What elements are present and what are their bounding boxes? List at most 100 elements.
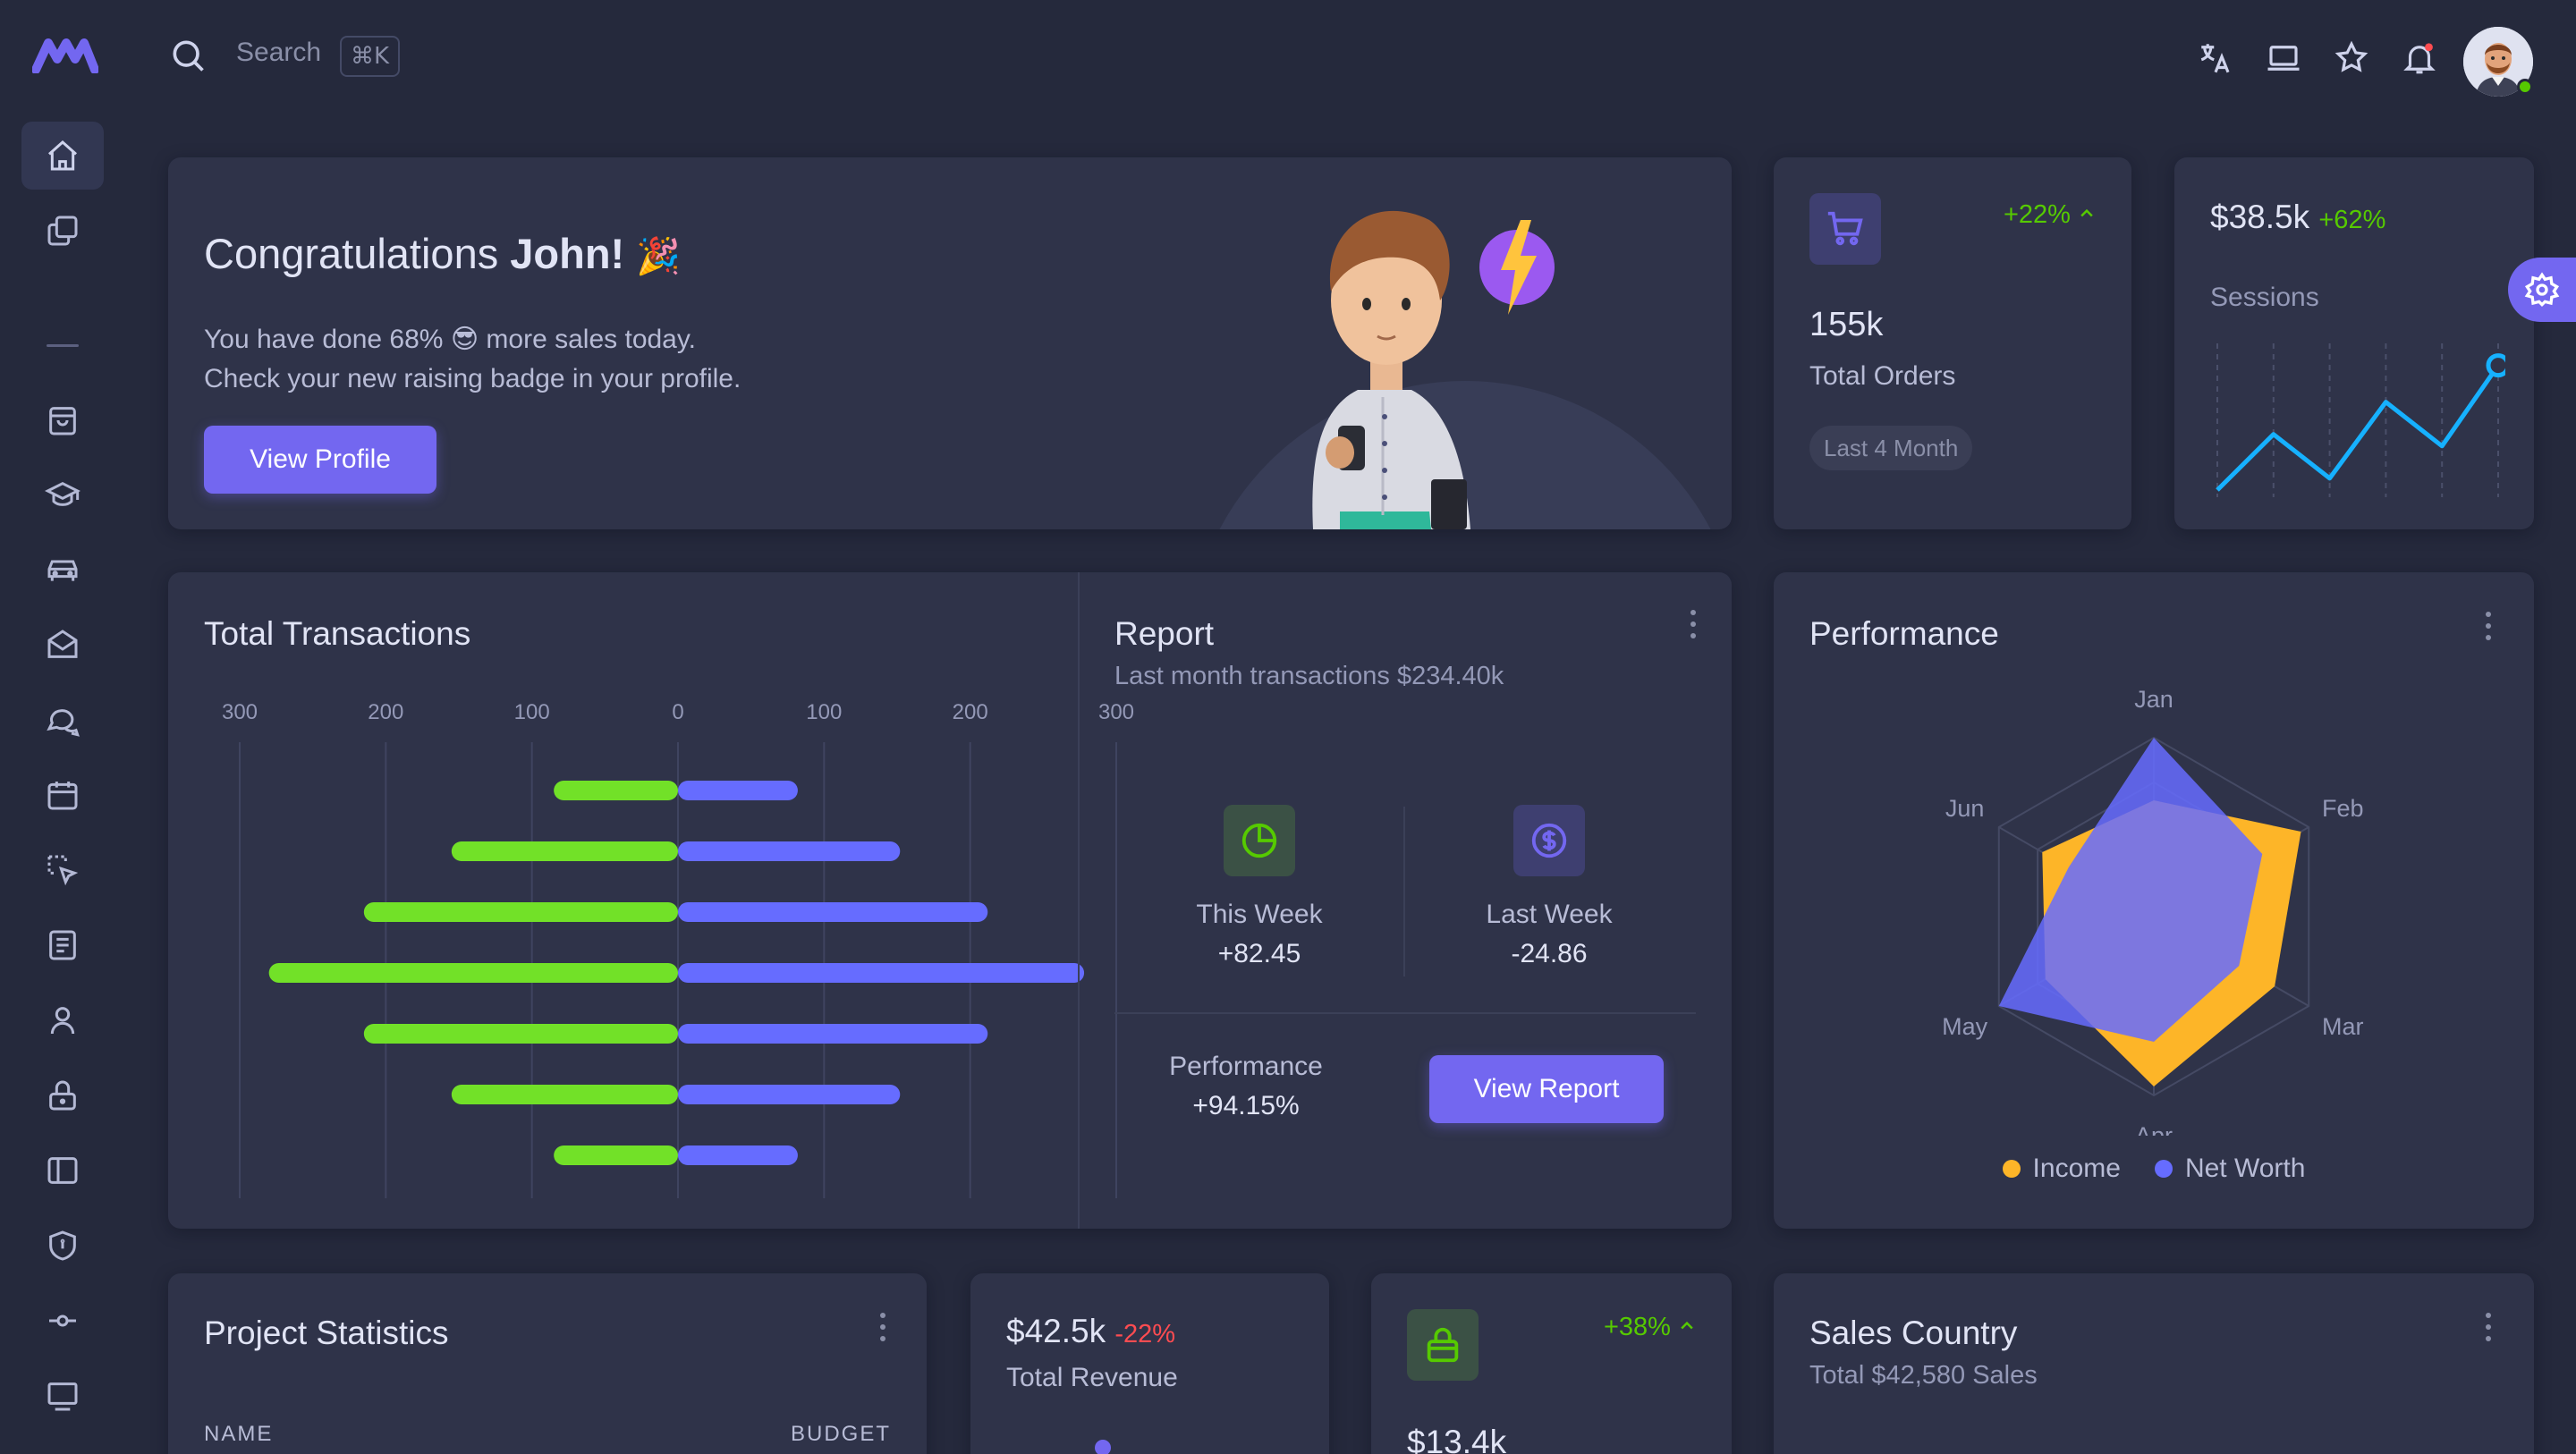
device-desktop-icon <box>47 1382 78 1411</box>
nav-academy[interactable] <box>21 461 104 529</box>
sales-change: +38% <box>1604 1313 1696 1342</box>
search-icon[interactable] <box>168 36 208 80</box>
chevron-up-icon <box>2080 208 2093 217</box>
bar-green <box>451 1085 678 1104</box>
performance-value: +94.15% <box>1192 1091 1300 1120</box>
bar-blue <box>678 1145 798 1165</box>
performance-more-menu[interactable] <box>2486 612 2493 647</box>
language-icon[interactable] <box>2195 38 2236 79</box>
brand-logo[interactable] <box>31 38 99 78</box>
laptop-icon[interactable] <box>2263 38 2304 79</box>
x-tick-label: 300 <box>1098 700 1134 724</box>
total-orders-card: +22% 155k Total Orders Last 4 Month <box>1774 157 2131 529</box>
performance-radar-chart: Jan Feb Mar Apr May Jun <box>1942 689 2363 1136</box>
view-report-button[interactable]: View Report <box>1429 1055 1664 1123</box>
nav-modal[interactable] <box>21 1362 104 1430</box>
search-shortcut: ⌘K <box>340 36 401 77</box>
calendar-icon <box>47 782 78 810</box>
sessions-card: $38.5k +62% Sessions <box>2174 157 2534 529</box>
sunglasses-emoji-icon: 😎 <box>450 324 479 355</box>
nav-kanban[interactable] <box>21 836 104 904</box>
nav-pages[interactable] <box>21 197 104 265</box>
nav-wizard[interactable] <box>21 1287 104 1355</box>
shield-icon <box>49 1230 76 1261</box>
performance-label: Performance <box>1169 1052 1323 1081</box>
party-popper-icon: 🎉 <box>636 236 682 277</box>
nav-security[interactable] <box>21 1212 104 1280</box>
sales-country-title: Sales Country <box>1809 1315 2018 1351</box>
nav-roles[interactable] <box>21 1061 104 1129</box>
project-more-menu[interactable] <box>880 1313 887 1348</box>
chevron-up-icon <box>1681 1321 1693 1330</box>
online-status-dot <box>2517 79 2533 95</box>
nav-invoice[interactable] <box>21 911 104 979</box>
report-more-menu[interactable] <box>1690 610 1698 645</box>
last-week-label: Last Week <box>1486 900 1613 929</box>
radar-axis-label: Jun <box>1945 795 1985 822</box>
copy-icon <box>47 216 78 246</box>
this-week-label: This Week <box>1196 900 1323 929</box>
x-tick-label: 200 <box>368 700 403 724</box>
sessions-line-chart <box>2216 343 2505 497</box>
orders-value: 155k <box>1809 306 1884 343</box>
card-divider <box>1078 572 1080 1229</box>
file-text-icon <box>49 930 76 960</box>
nav-calendar[interactable] <box>21 761 104 829</box>
revenue-value-row: $42.5k -22% <box>1006 1313 1176 1349</box>
report-subtitle: Last month transactions $234.40k <box>1114 662 1504 690</box>
lock-icon <box>49 1080 76 1111</box>
revenue-chart-point <box>1095 1440 1111 1454</box>
congratulations-card: Congratulations John! 🎉 You have done 68… <box>168 157 1732 529</box>
sales-value: $13.4k <box>1407 1424 1507 1454</box>
revenue-label: Total Revenue <box>1006 1363 1178 1392</box>
star-icon[interactable] <box>2331 38 2372 79</box>
x-tick-label: 100 <box>514 700 550 724</box>
radar-axis-label: May <box>1942 1013 1988 1040</box>
sessions-change: +62% <box>2318 206 2386 234</box>
graduation-cap-icon <box>45 481 80 506</box>
last-week-value: -24.86 <box>1511 939 1588 968</box>
messages-icon <box>47 709 80 737</box>
legend-item-net-worth[interactable]: Net Worth <box>2154 1154 2305 1184</box>
nav-logistics[interactable] <box>21 537 104 604</box>
sessions-value-row: $38.5k +62% <box>2210 199 2386 235</box>
customizer-toggle[interactable] <box>2508 258 2576 322</box>
nav-ecommerce[interactable] <box>21 386 104 454</box>
home-icon <box>48 139 77 171</box>
x-tick-label: 200 <box>953 700 988 724</box>
bar-blue <box>678 963 1085 983</box>
congrats-message: You have done 68% 😎 more sales today. Ch… <box>204 324 741 393</box>
orders-label: Total Orders <box>1809 361 1956 391</box>
report-vertical-divider <box>1403 807 1405 976</box>
x-tick-label: 0 <box>672 700 683 724</box>
currency-dollar-icon <box>1531 823 1567 858</box>
project-statistics-title: Project Statistics <box>204 1315 449 1351</box>
mail-opened-icon <box>47 630 78 658</box>
sales-card: +38% $13.4k <box>1371 1273 1732 1454</box>
nav-chat[interactable] <box>21 686 104 754</box>
bell-icon[interactable] <box>2399 38 2440 79</box>
transactions-report-card: Total Transactions 300 200 100 0 100 200 300 R… <box>168 572 1732 1229</box>
performance-card: Performance Jan Feb Mar Apr May Jun Income Ne… <box>1774 572 2534 1229</box>
this-week-value: +82.45 <box>1217 939 1301 968</box>
x-tick-label: 100 <box>806 700 842 724</box>
lock-icon-box <box>1407 1309 1479 1381</box>
chart-pie-icon <box>1241 823 1277 858</box>
user-icon <box>50 1007 75 1035</box>
transactions-bar-chart: 300 200 100 0 100 200 300 <box>222 700 1134 1198</box>
nav-email[interactable] <box>21 611 104 679</box>
view-profile-button[interactable]: View Profile <box>204 426 436 494</box>
nav-divider <box>47 344 79 347</box>
nav-users[interactable] <box>21 986 104 1054</box>
shopping-cart-icon <box>1827 211 1863 246</box>
bar-green <box>451 841 678 861</box>
sales-country-more-menu[interactable] <box>2486 1313 2493 1348</box>
bar-green <box>554 1145 678 1165</box>
git-commit-icon <box>49 1315 76 1327</box>
search-input[interactable]: Search <box>236 38 321 68</box>
legend-item-income[interactable]: Income <box>2002 1154 2121 1184</box>
nav-dashboard[interactable] <box>21 122 104 190</box>
bar-blue <box>678 841 901 861</box>
nav-layouts[interactable] <box>21 1137 104 1205</box>
shopping-bag-lock-icon <box>1427 1327 1459 1363</box>
